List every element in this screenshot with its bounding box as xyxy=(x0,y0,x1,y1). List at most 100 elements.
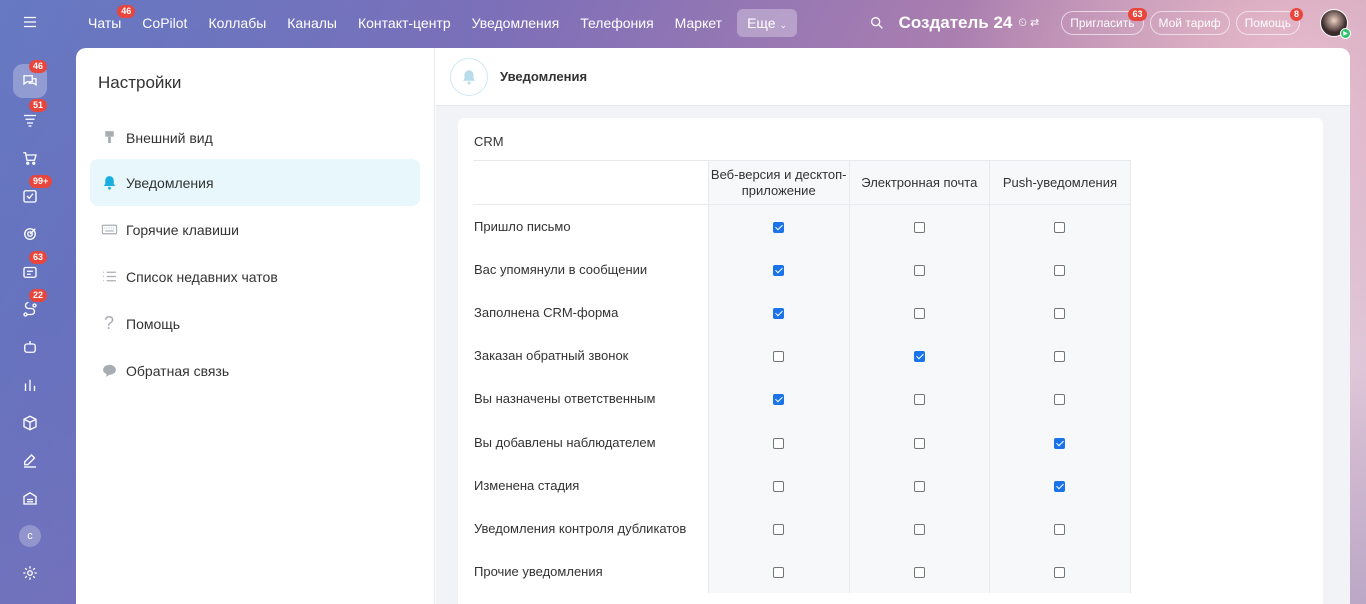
chevron-down-icon: ⌄ xyxy=(779,20,788,30)
notification-checkbox[interactable] xyxy=(1054,480,1066,492)
menu-icon[interactable] xyxy=(13,5,47,39)
brand-title[interactable]: Создатель 24 xyxy=(899,13,1013,33)
notification-checkbox[interactable] xyxy=(913,308,925,320)
table-cell xyxy=(848,204,990,248)
notification-checkbox[interactable] xyxy=(913,523,925,535)
table-row: Вы назначены ответственным xyxy=(473,377,1132,421)
question-icon: ? xyxy=(103,313,114,333)
notification-checkbox[interactable] xyxy=(773,221,785,233)
notification-checkbox[interactable] xyxy=(1054,221,1066,233)
rail-box-icon[interactable] xyxy=(13,406,47,440)
nav-channels[interactable]: Каналы xyxy=(277,9,347,37)
notification-checkbox[interactable] xyxy=(913,351,925,363)
rail-badge: 46 xyxy=(29,60,48,73)
invite-button[interactable]: Пригласить 63 xyxy=(1061,8,1147,35)
tariff-button[interactable]: Мой тариф xyxy=(1149,11,1230,35)
invite-badge: 63 xyxy=(1128,8,1147,21)
settings-item-feedback[interactable]: Обратная связь xyxy=(90,347,420,394)
notification-checkbox[interactable] xyxy=(773,437,785,449)
notification-checkbox[interactable] xyxy=(773,264,785,276)
notification-checkbox[interactable] xyxy=(1054,523,1066,535)
row-label: Вы назначены ответственным xyxy=(474,391,656,407)
nav-market[interactable]: Маркет xyxy=(665,9,732,37)
table-cell xyxy=(988,290,1132,335)
notification-checkbox[interactable] xyxy=(913,480,925,492)
top-right-area: Создатель 24 ⏲ ⇄ Пригласить 63 Мой тариф… xyxy=(869,0,1366,46)
bell-icon xyxy=(100,174,118,192)
settings-item-recent-chats[interactable]: Список недавних чатов xyxy=(90,253,420,300)
nav-chats[interactable]: Чаты 46 xyxy=(78,5,136,37)
rail-storage-icon[interactable] xyxy=(13,481,47,515)
help-button[interactable]: Помощь 8 xyxy=(1235,8,1303,35)
settings-item-help[interactable]: ? Помощь xyxy=(90,300,420,347)
table-cell xyxy=(707,334,850,378)
search-icon[interactable] xyxy=(869,15,885,31)
nav-collabs[interactable]: Коллабы xyxy=(198,9,276,37)
nav-more-label: Еще xyxy=(747,15,776,31)
notification-checkbox[interactable] xyxy=(913,567,925,579)
notification-checkbox[interactable] xyxy=(1054,567,1066,579)
notification-checkbox[interactable] xyxy=(1054,351,1066,363)
rail-analytics-icon[interactable] xyxy=(13,368,47,402)
rail-workflow-icon[interactable]: 22 xyxy=(13,289,48,327)
main-panel: Настройки Внешний вид Уведомления Горячи… xyxy=(76,48,1350,604)
notification-checkbox[interactable] xyxy=(773,567,785,579)
rail-chats-icon[interactable]: 46 xyxy=(13,60,48,98)
table-cell xyxy=(848,247,990,291)
notification-checkbox[interactable] xyxy=(913,394,925,406)
table-cell xyxy=(988,420,1132,464)
nav-telephony[interactable]: Телефония xyxy=(570,9,663,37)
notification-checkbox[interactable] xyxy=(1054,264,1066,276)
nav-more-button[interactable]: Еще ⌄ xyxy=(737,9,798,37)
rail-robot-icon[interactable] xyxy=(13,330,47,364)
table-cell xyxy=(988,506,1132,550)
rail-tasks-icon[interactable]: 99+ xyxy=(13,175,53,213)
settings-gear-icon[interactable] xyxy=(13,556,47,590)
notification-checkbox[interactable] xyxy=(913,264,925,276)
nav-copilot[interactable]: CoPilot xyxy=(132,9,197,37)
settings-item-label: Обратная связь xyxy=(126,362,230,379)
table-cell xyxy=(848,506,990,550)
table-header-empty xyxy=(473,160,709,205)
table-cell xyxy=(848,290,990,335)
nav-contact-center[interactable]: Контакт-центр xyxy=(348,9,461,37)
table-cell xyxy=(988,247,1132,291)
notification-checkbox[interactable] xyxy=(773,523,785,535)
notification-checkbox[interactable] xyxy=(1054,394,1066,406)
rail-sign-icon[interactable] xyxy=(13,444,47,478)
nav-label: Уведомления xyxy=(471,15,560,31)
content-area: Уведомления CRM Веб-версия и десктоп-при… xyxy=(436,48,1350,604)
rail-avatar[interactable]: c xyxy=(19,525,41,547)
notification-checkbox[interactable] xyxy=(913,437,925,449)
table-cell xyxy=(707,463,850,507)
row-label: Заполнена CRM-форма xyxy=(474,304,619,320)
content-header: Уведомления xyxy=(436,48,1350,106)
rail-funnel-icon[interactable]: 51 xyxy=(13,99,48,137)
clock-settings-icon[interactable]: ⏲ ⇄ xyxy=(1018,16,1039,30)
user-avatar[interactable]: ▶ xyxy=(1320,9,1351,39)
notification-checkbox[interactable] xyxy=(913,221,925,233)
settings-item-appearance[interactable]: Внешний вид xyxy=(90,114,420,161)
settings-item-hotkeys[interactable]: Горячие клавиши xyxy=(90,206,420,253)
column-header-web: Веб-версия и десктоп-приложение xyxy=(707,160,850,205)
rail-cart-icon[interactable] xyxy=(13,141,47,175)
table-cell xyxy=(707,290,850,335)
top-bar: Чаты 46 CoPilot Коллабы Каналы Контакт-ц… xyxy=(60,0,1366,46)
table-row: Заполнена CRM-форма xyxy=(473,290,1132,335)
nav-notifications[interactable]: Уведомления xyxy=(462,9,570,37)
notification-checkbox[interactable] xyxy=(773,480,785,492)
rail-target-icon[interactable] xyxy=(13,217,47,251)
left-rail: 46 51 99+ 63 22 c xyxy=(0,0,60,604)
table-cell xyxy=(848,334,990,378)
notification-checkbox[interactable] xyxy=(1054,437,1066,449)
settings-item-notifications[interactable]: Уведомления xyxy=(90,159,420,206)
table-cell xyxy=(707,247,850,291)
table-cell xyxy=(707,550,850,594)
notification-checkbox[interactable] xyxy=(773,308,785,320)
row-label: Вы добавлены наблюдателем xyxy=(474,434,656,450)
notification-checkbox[interactable] xyxy=(1054,308,1066,320)
notification-checkbox[interactable] xyxy=(773,394,785,406)
rail-contact-center-icon[interactable]: 63 xyxy=(13,251,48,289)
table-cell xyxy=(707,506,850,550)
notification-checkbox[interactable] xyxy=(773,351,785,363)
